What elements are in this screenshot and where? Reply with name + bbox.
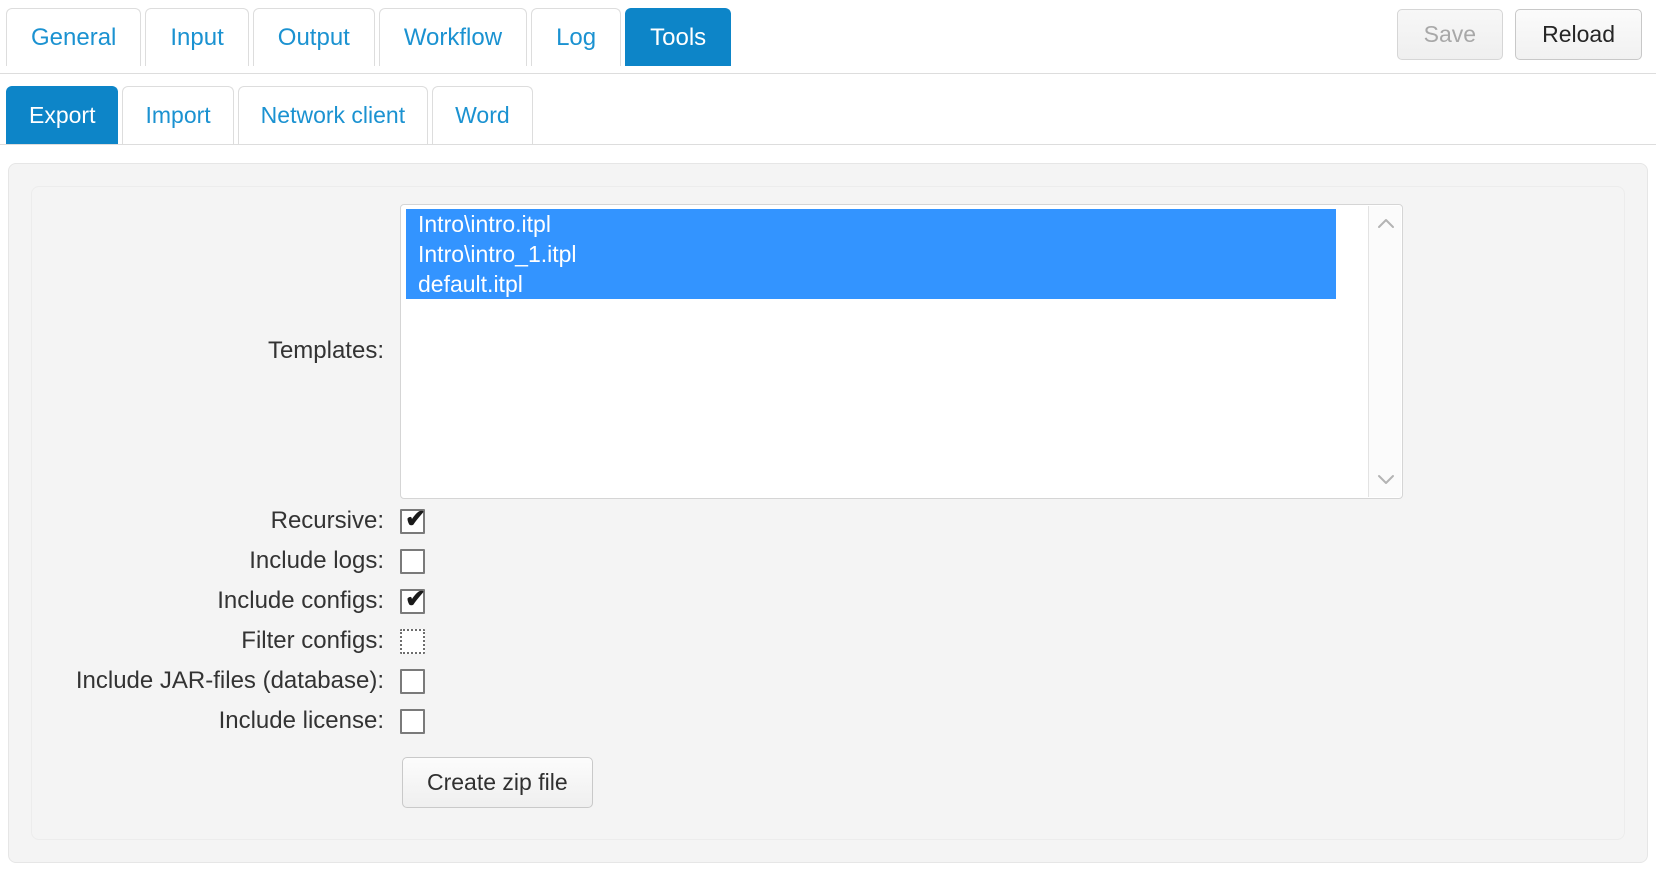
tab-general[interactable]: General xyxy=(6,8,142,66)
primary-tab-list: General Input Output Workflow Log Tools xyxy=(6,8,735,66)
option-label: Filter configs: xyxy=(241,626,384,654)
tab-workflow[interactable]: Workflow xyxy=(378,8,528,66)
export-options-group: Recursive: ✔ Include logs: Include configs:… xyxy=(50,501,1606,741)
templates-row: Templates: Intro\intro.itpl Intro\intro_1… xyxy=(50,201,1606,501)
secondary-tab-bar: Export Import Network client Word xyxy=(0,74,1656,145)
option-field xyxy=(400,708,1606,734)
templates-scrollbar[interactable] xyxy=(1368,205,1402,497)
checkbox-include-jar-files-database[interactable] xyxy=(400,668,425,694)
check-icon: ✔ xyxy=(405,584,426,613)
templates-listbox-items: Intro\intro.itpl Intro\intro_1.itpl defaul… xyxy=(406,208,1336,299)
tab-tools[interactable]: Tools xyxy=(625,8,732,66)
checkbox-filter-configs[interactable] xyxy=(400,628,425,654)
content-area: Templates: Intro\intro.itpl Intro\intro_1… xyxy=(0,145,1656,871)
option-label: Include logs: xyxy=(249,546,384,574)
option-label: Include license: xyxy=(218,706,384,734)
export-form-fieldset: Templates: Intro\intro.itpl Intro\intro_1… xyxy=(31,186,1625,840)
checkbox-include-configs[interactable]: ✔ xyxy=(400,584,426,614)
window-action-buttons: Save Reload xyxy=(1396,9,1642,60)
application-window: General Input Output Workflow Log Tools Save … xyxy=(0,0,1656,881)
templates-listbox[interactable]: Intro\intro.itpl Intro\intro_1.itpl defaul… xyxy=(400,203,1403,499)
list-item[interactable]: default.itpl xyxy=(406,268,1336,299)
option-field xyxy=(400,668,1606,694)
option-field: ✔ xyxy=(400,584,1606,614)
option-field xyxy=(400,548,1606,574)
templates-label: Templates: xyxy=(267,336,384,364)
option-row: Recursive: ✔ xyxy=(50,501,1606,541)
secondary-tab-list: Export Import Network client Word xyxy=(6,86,537,144)
tab-output[interactable]: Output xyxy=(252,8,375,66)
option-field xyxy=(400,628,1606,654)
subtab-word[interactable]: Word xyxy=(432,86,533,144)
tab-input[interactable]: Input xyxy=(145,8,249,66)
option-label: Recursive: xyxy=(270,506,384,534)
save-button[interactable]: Save xyxy=(1396,9,1504,60)
checkbox-include-logs[interactable] xyxy=(400,548,425,574)
option-label: Include JAR-files (database): xyxy=(75,666,384,694)
chevron-up-icon[interactable] xyxy=(1369,208,1402,238)
templates-field: Intro\intro.itpl Intro\intro_1.itpl defaul… xyxy=(400,203,1606,499)
primary-tab-bar: General Input Output Workflow Log Tools Save … xyxy=(0,0,1656,74)
subtab-import[interactable]: Import xyxy=(122,86,234,144)
create-zip-spacer xyxy=(50,757,400,783)
option-row: Include license: xyxy=(50,701,1606,741)
export-panel: Templates: Intro\intro.itpl Intro\intro_1… xyxy=(8,163,1648,863)
checkbox-recursive[interactable]: ✔ xyxy=(400,504,426,534)
create-zip-field: Create zip file xyxy=(400,757,1606,808)
option-row: Include JAR-files (database): xyxy=(50,661,1606,701)
option-row: Filter configs: xyxy=(50,621,1606,661)
create-zip-row: Create zip file xyxy=(50,757,1606,808)
subtab-network-client[interactable]: Network client xyxy=(237,86,429,144)
check-icon: ✔ xyxy=(405,504,426,533)
reload-button[interactable]: Reload xyxy=(1515,9,1642,60)
subtab-export[interactable]: Export xyxy=(6,86,119,144)
list-item[interactable]: Intro\intro_1.itpl xyxy=(406,238,1336,269)
option-field: ✔ xyxy=(400,504,1606,534)
tab-log[interactable]: Log xyxy=(531,8,622,66)
chevron-down-icon[interactable] xyxy=(1369,465,1402,495)
option-row: Include logs: xyxy=(50,541,1606,581)
option-label: Include configs: xyxy=(217,586,384,614)
option-row: Include configs: ✔ xyxy=(50,581,1606,621)
list-item[interactable]: Intro\intro.itpl xyxy=(406,208,1336,239)
checkbox-include-license[interactable] xyxy=(400,708,425,734)
create-zip-file-button[interactable]: Create zip file xyxy=(402,757,593,808)
